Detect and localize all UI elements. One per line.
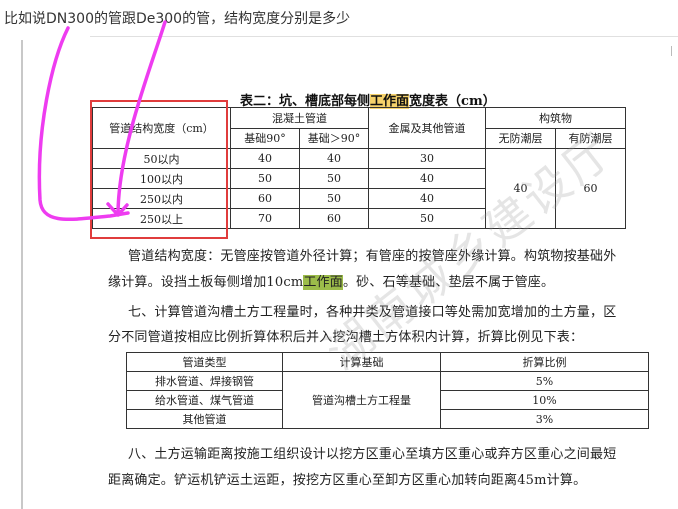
annotation-layer [37,20,167,222]
magenta-annotation-stroke-2 [106,20,167,217]
magenta-annotation-stroke-1 [37,26,130,222]
